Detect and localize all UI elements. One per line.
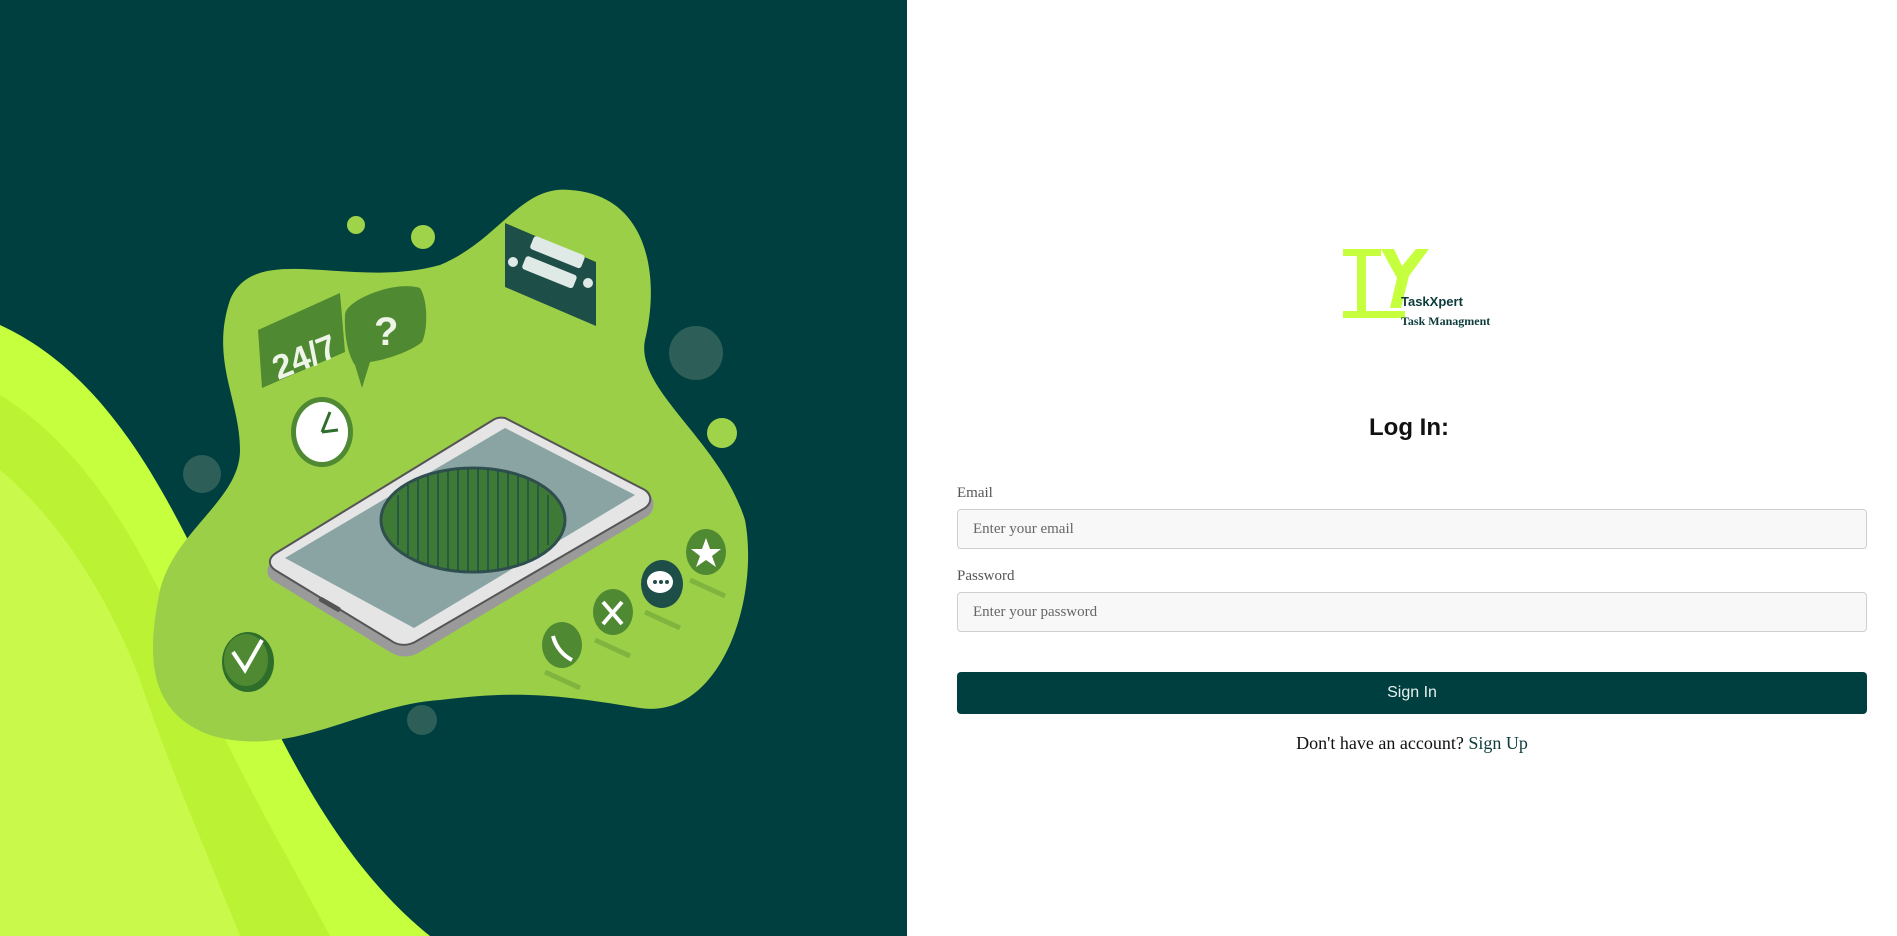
sign-up-link[interactable]: Sign Up [1468,733,1528,753]
illustration-panel: 24/7 ? [0,0,907,936]
checkmark-icon [222,632,274,692]
decor-dot [707,418,737,448]
email-label: Email [957,485,993,501]
sign-in-button[interactable]: Sign In [957,672,1867,714]
signup-prompt-row: Don't have an account? Sign Up [907,733,1897,754]
decor-dot [411,225,435,249]
decor-dot [347,216,365,234]
password-input[interactable] [957,592,1867,632]
support-illustration: 24/7 ? [0,189,749,936]
decor-dot [183,455,221,493]
email-input[interactable] [957,509,1867,549]
clock-icon [291,397,353,467]
login-panel: TaskXpert Task Managment Log In: Email P… [907,0,1897,936]
page-title: Log In: [1369,414,1449,441]
decor-dot [669,326,723,380]
svg-text:?: ? [374,310,398,354]
signup-prompt-text: Don't have an account? [1296,733,1464,753]
decor-dot [407,705,437,735]
brand-name: TaskXpert [1401,294,1463,309]
brand-tagline: Task Managment [1401,314,1491,328]
password-label: Password [957,568,1015,584]
